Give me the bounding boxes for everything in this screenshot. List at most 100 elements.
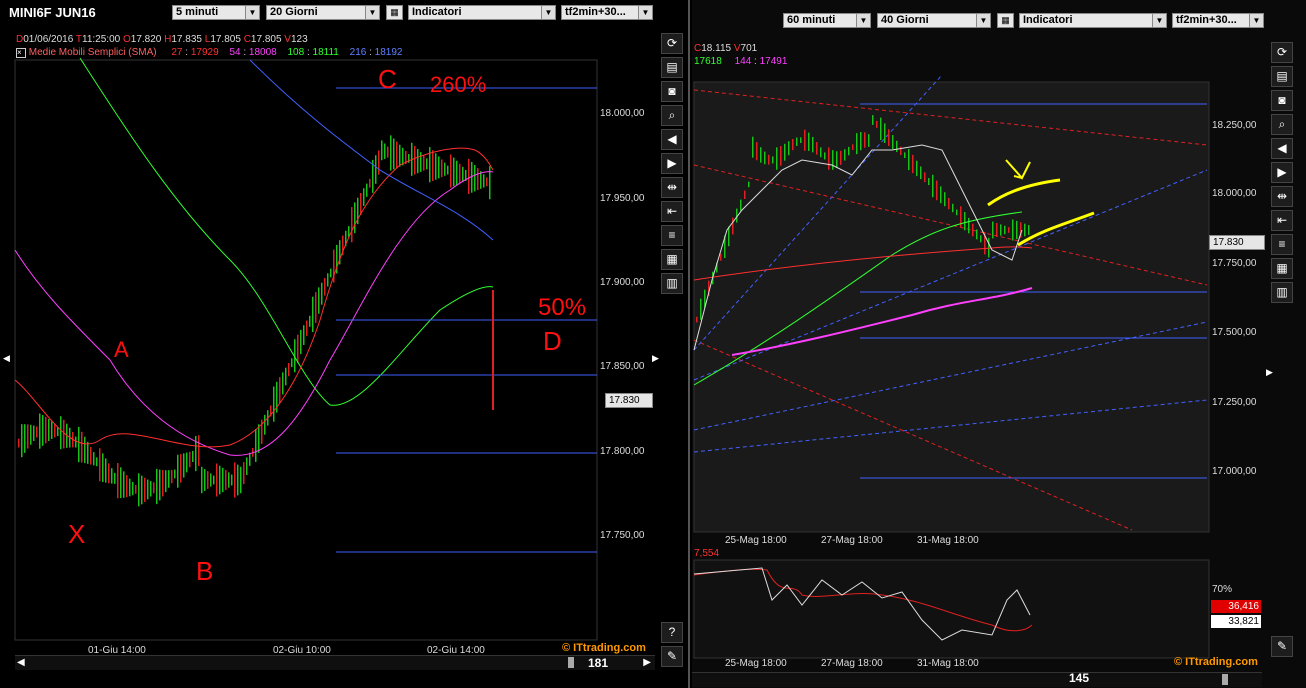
candle xyxy=(435,153,437,180)
candle xyxy=(330,268,332,278)
candle xyxy=(792,138,794,151)
back-icon[interactable]: ◀ xyxy=(661,129,683,150)
candle xyxy=(486,177,488,187)
help-icon[interactable]: ? xyxy=(661,622,683,643)
camera-icon[interactable]: ◙ xyxy=(1271,90,1293,111)
candle xyxy=(180,454,182,483)
left-chart-canvas[interactable]: C 260% A B X 50% D xyxy=(0,0,690,688)
candle xyxy=(318,287,320,314)
candle xyxy=(96,457,98,467)
candle xyxy=(384,143,386,159)
candle xyxy=(912,154,914,174)
expand-icon[interactable]: ⇹ xyxy=(661,177,683,198)
candle xyxy=(171,469,173,484)
scroll-right-arrow-icon[interactable]: ▶ xyxy=(652,353,659,364)
candle xyxy=(138,473,140,507)
time-label: 31-Mag 18:00 xyxy=(917,658,979,669)
scroll-thumb[interactable] xyxy=(1222,674,1228,685)
forward-icon[interactable]: ▶ xyxy=(661,153,683,174)
candle xyxy=(111,468,113,484)
candle xyxy=(740,199,742,211)
candle xyxy=(483,174,485,188)
candle xyxy=(420,152,422,172)
candle xyxy=(30,424,32,445)
candle xyxy=(992,221,994,239)
scroll-left-icon[interactable]: ◀ xyxy=(17,657,25,668)
annotation-b: B xyxy=(196,556,213,586)
camera-icon[interactable]: ◙ xyxy=(661,81,683,102)
candle xyxy=(390,135,392,171)
candle xyxy=(306,320,308,336)
candle xyxy=(51,421,53,440)
candle xyxy=(928,178,930,186)
scroll-thumb[interactable] xyxy=(568,657,574,668)
candle xyxy=(291,358,293,368)
candle xyxy=(417,149,419,174)
candle xyxy=(303,325,305,345)
forward-icon[interactable]: ▶ xyxy=(1271,162,1293,183)
candle xyxy=(24,424,26,453)
candle xyxy=(186,452,188,473)
wrench-icon[interactable]: ✎ xyxy=(1271,636,1293,657)
current-price-box: 17.830 xyxy=(1209,235,1265,250)
candle xyxy=(237,464,239,496)
candle xyxy=(462,166,464,183)
candle xyxy=(972,223,974,237)
bars-count: 181 xyxy=(588,656,609,670)
candle xyxy=(351,207,353,243)
scroll-right-arrow-icon[interactable]: ▶ xyxy=(1266,367,1273,378)
candle xyxy=(363,188,365,206)
candle xyxy=(952,203,954,213)
list-icon[interactable]: ≡ xyxy=(661,225,683,246)
expand-icon[interactable]: ⇹ xyxy=(1271,186,1293,207)
candle xyxy=(222,467,224,493)
scroll-left-arrow-icon[interactable]: ◀ xyxy=(3,353,10,364)
candle xyxy=(144,477,146,502)
horizontal-scrollbar[interactable] xyxy=(692,672,1262,687)
refresh-icon[interactable]: ⟳ xyxy=(661,33,683,54)
candle xyxy=(936,180,938,201)
candle xyxy=(872,115,874,125)
candle xyxy=(968,217,970,234)
candle xyxy=(105,458,107,483)
candle xyxy=(39,413,41,449)
right-chart-window: 60 minuti ▼ 40 Giorni ▼ ▦ Indicatori ▼ tf2m… xyxy=(692,0,1306,688)
candle xyxy=(1004,225,1006,235)
candle xyxy=(75,436,77,448)
candle xyxy=(808,132,810,151)
candle xyxy=(168,470,170,488)
back-icon[interactable]: ◀ xyxy=(1271,138,1293,159)
candle xyxy=(42,415,44,446)
notes-icon[interactable]: ▥ xyxy=(1271,282,1293,303)
compress-icon[interactable]: ⇤ xyxy=(1271,210,1293,231)
save-icon[interactable]: ▤ xyxy=(1271,66,1293,87)
compress-icon[interactable]: ⇤ xyxy=(661,201,683,222)
candle xyxy=(159,469,161,501)
annotation-d: D xyxy=(543,326,562,356)
candle xyxy=(360,193,362,215)
candle xyxy=(456,160,458,185)
zoom-icon[interactable]: ⌕ xyxy=(1271,114,1293,135)
candle xyxy=(90,446,92,465)
refresh-icon[interactable]: ⟳ xyxy=(1271,42,1293,63)
annotation-c-pct: 260% xyxy=(430,72,486,97)
horizontal-scrollbar[interactable]: ◀ ▶ xyxy=(15,655,655,670)
zoom-icon[interactable]: ⌕ xyxy=(661,105,683,126)
candle xyxy=(744,190,746,199)
notes-icon[interactable]: ▥ xyxy=(661,273,683,294)
candle xyxy=(804,129,806,151)
save-icon[interactable]: ▤ xyxy=(661,57,683,78)
candle xyxy=(840,150,842,165)
candle xyxy=(381,140,383,161)
candle xyxy=(147,479,149,500)
list-icon[interactable]: ≡ xyxy=(1271,234,1293,255)
candle xyxy=(1024,223,1026,237)
candle xyxy=(429,147,431,183)
wrench-icon[interactable]: ✎ xyxy=(661,646,683,667)
grid-icon[interactable]: ▦ xyxy=(661,249,683,270)
scroll-right-icon[interactable]: ▶ xyxy=(643,657,651,668)
candle xyxy=(225,470,227,490)
candle xyxy=(908,149,910,171)
grid-icon[interactable]: ▦ xyxy=(1271,258,1293,279)
price-label: 17.900,00 xyxy=(600,277,645,288)
